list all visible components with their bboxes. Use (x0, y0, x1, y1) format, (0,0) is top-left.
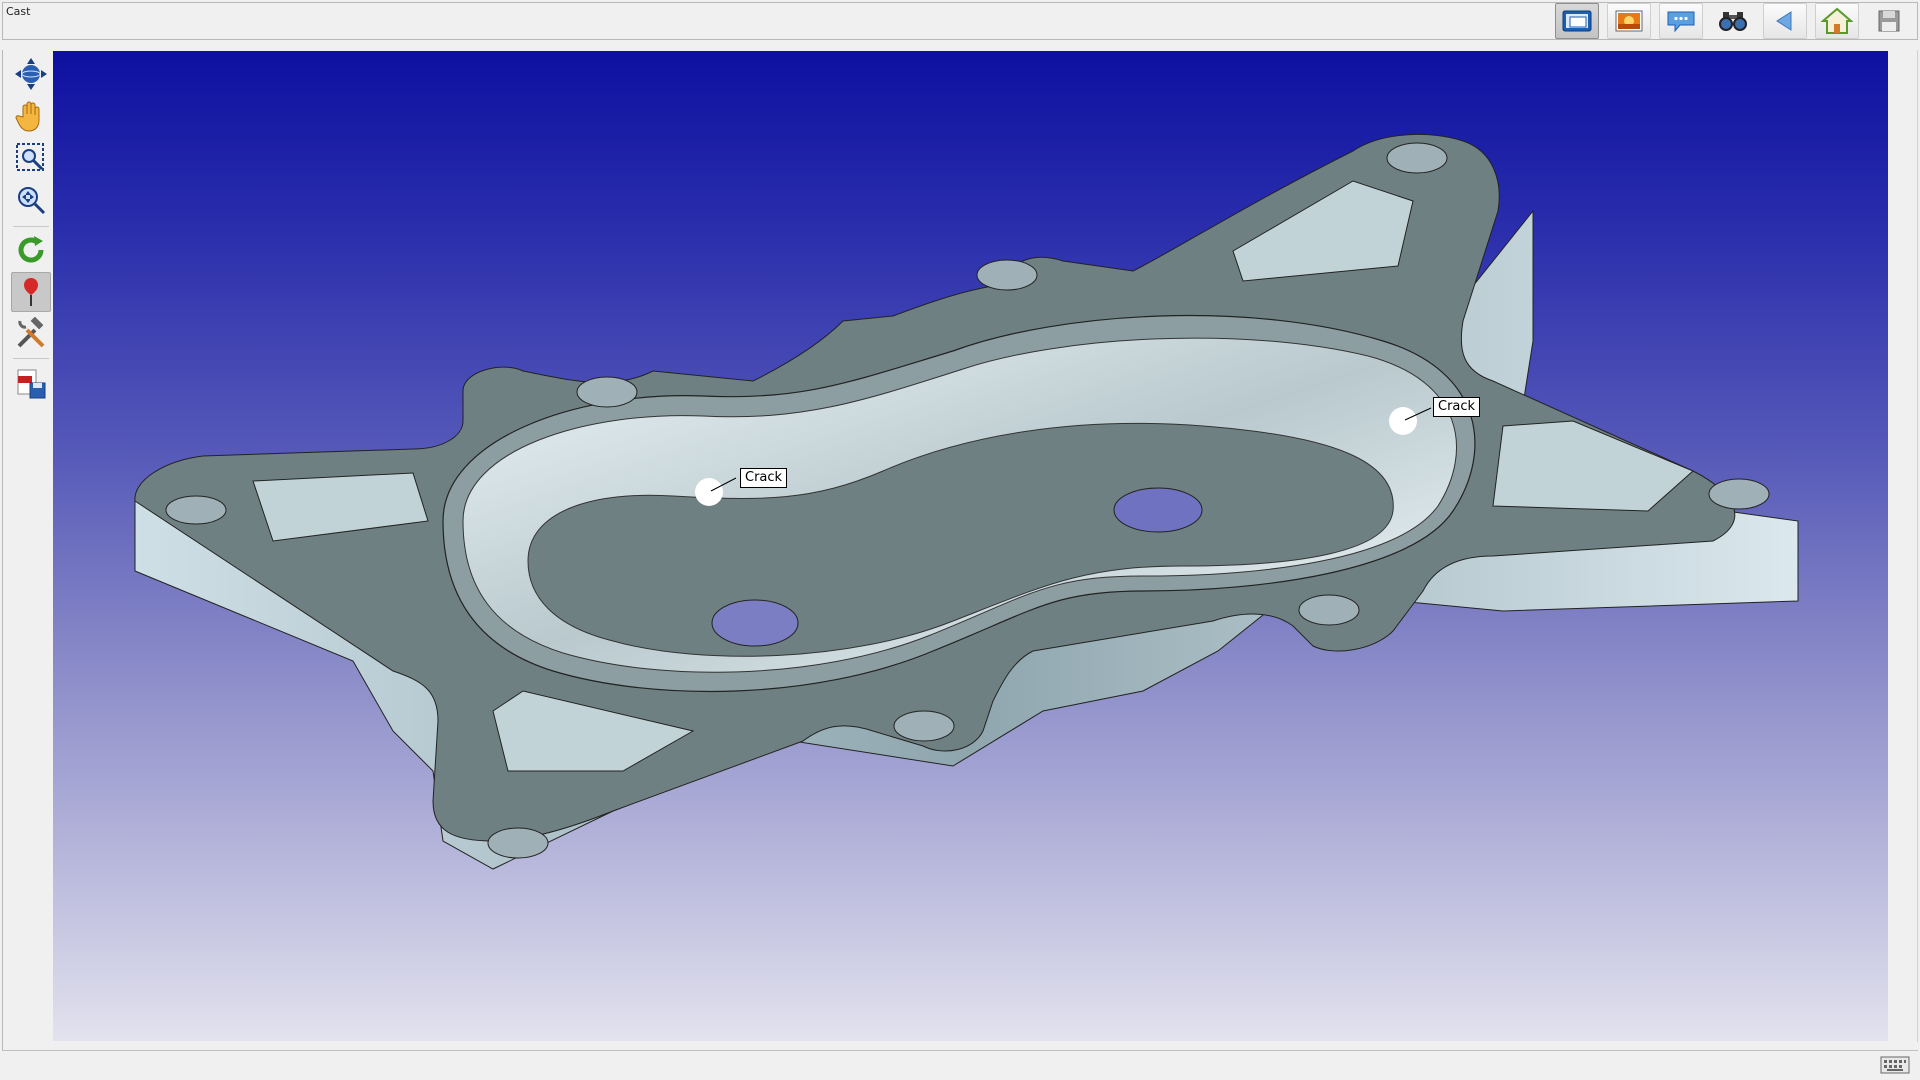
cast-part-model[interactable] (53, 51, 1888, 1041)
back-arrow-icon (1776, 11, 1792, 31)
pdf-export-button[interactable] (11, 364, 51, 404)
home-button[interactable] (1815, 3, 1859, 39)
window-title: Cast (6, 5, 31, 18)
bolt-hole (576, 376, 638, 408)
view-window-icon (1562, 10, 1592, 32)
pan-hand-icon (15, 101, 40, 132)
bolt-hole (487, 827, 549, 859)
view-window-button[interactable] (1555, 3, 1599, 39)
bolt-hole (1386, 142, 1448, 174)
pocket (1492, 420, 1694, 512)
pin-marker-button[interactable] (11, 272, 51, 312)
zoom-fit-icon (18, 187, 46, 215)
tools-button[interactable] (11, 314, 51, 354)
toolbar-separator (13, 358, 49, 359)
annotation-comment-icon (1667, 11, 1695, 33)
left-toolbar (2, 50, 52, 1050)
bolt-hole (165, 495, 227, 525)
refresh-icon (18, 236, 44, 263)
bolt-hole (893, 710, 955, 742)
center-hole-2 (1113, 487, 1203, 533)
toolbar-separator (13, 226, 49, 227)
save-button[interactable] (1867, 3, 1911, 39)
right-panel-strip (1890, 50, 1918, 1042)
annotation-point[interactable] (695, 478, 723, 506)
pan-button[interactable] (11, 96, 51, 136)
pdf-export-icon (17, 369, 46, 399)
home-icon (1821, 7, 1853, 34)
status-bar (2, 1050, 1918, 1078)
top-toolbar: Cast (2, 2, 1918, 40)
back-button[interactable] (1763, 3, 1807, 39)
keyboard-icon[interactable] (1880, 1056, 1910, 1074)
save-disk-icon (1878, 10, 1900, 32)
annotation-button[interactable] (1659, 3, 1703, 39)
binoculars-icon (1719, 12, 1747, 31)
annotation-label[interactable]: Crack (740, 468, 788, 488)
rotate-view-icon (15, 58, 47, 90)
zoom-fit-button[interactable] (11, 180, 51, 220)
annotation-label[interactable]: Crack (1433, 397, 1481, 417)
bolt-hole (1708, 478, 1770, 510)
bolt-hole (1298, 594, 1360, 626)
pin-marker-icon (24, 278, 38, 306)
annotation-point[interactable] (1389, 407, 1417, 435)
3d-viewport[interactable]: Crack Crack (53, 51, 1888, 1041)
bolt-hole (976, 259, 1038, 291)
image-button[interactable] (1607, 3, 1651, 39)
image-icon (1615, 10, 1643, 32)
top-toolbar-buttons (1555, 3, 1911, 39)
tools-icon (17, 317, 45, 348)
refresh-button[interactable] (11, 230, 51, 270)
rotate-view-button[interactable] (11, 54, 51, 94)
center-hole-1 (711, 599, 799, 647)
zoom-window-icon (16, 143, 44, 171)
find-button[interactable] (1711, 3, 1755, 39)
zoom-window-button[interactable] (11, 138, 51, 178)
